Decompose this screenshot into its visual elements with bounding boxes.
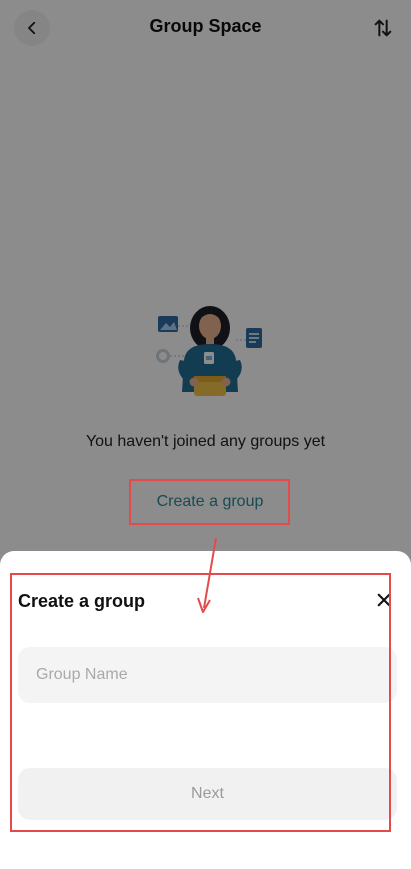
create-group-sheet: Create a group Next xyxy=(0,551,411,869)
group-name-input[interactable] xyxy=(18,647,397,703)
close-button[interactable] xyxy=(371,587,397,613)
next-button[interactable]: Next xyxy=(18,768,397,820)
sheet-title: Create a group xyxy=(18,591,146,611)
close-icon xyxy=(377,593,391,607)
